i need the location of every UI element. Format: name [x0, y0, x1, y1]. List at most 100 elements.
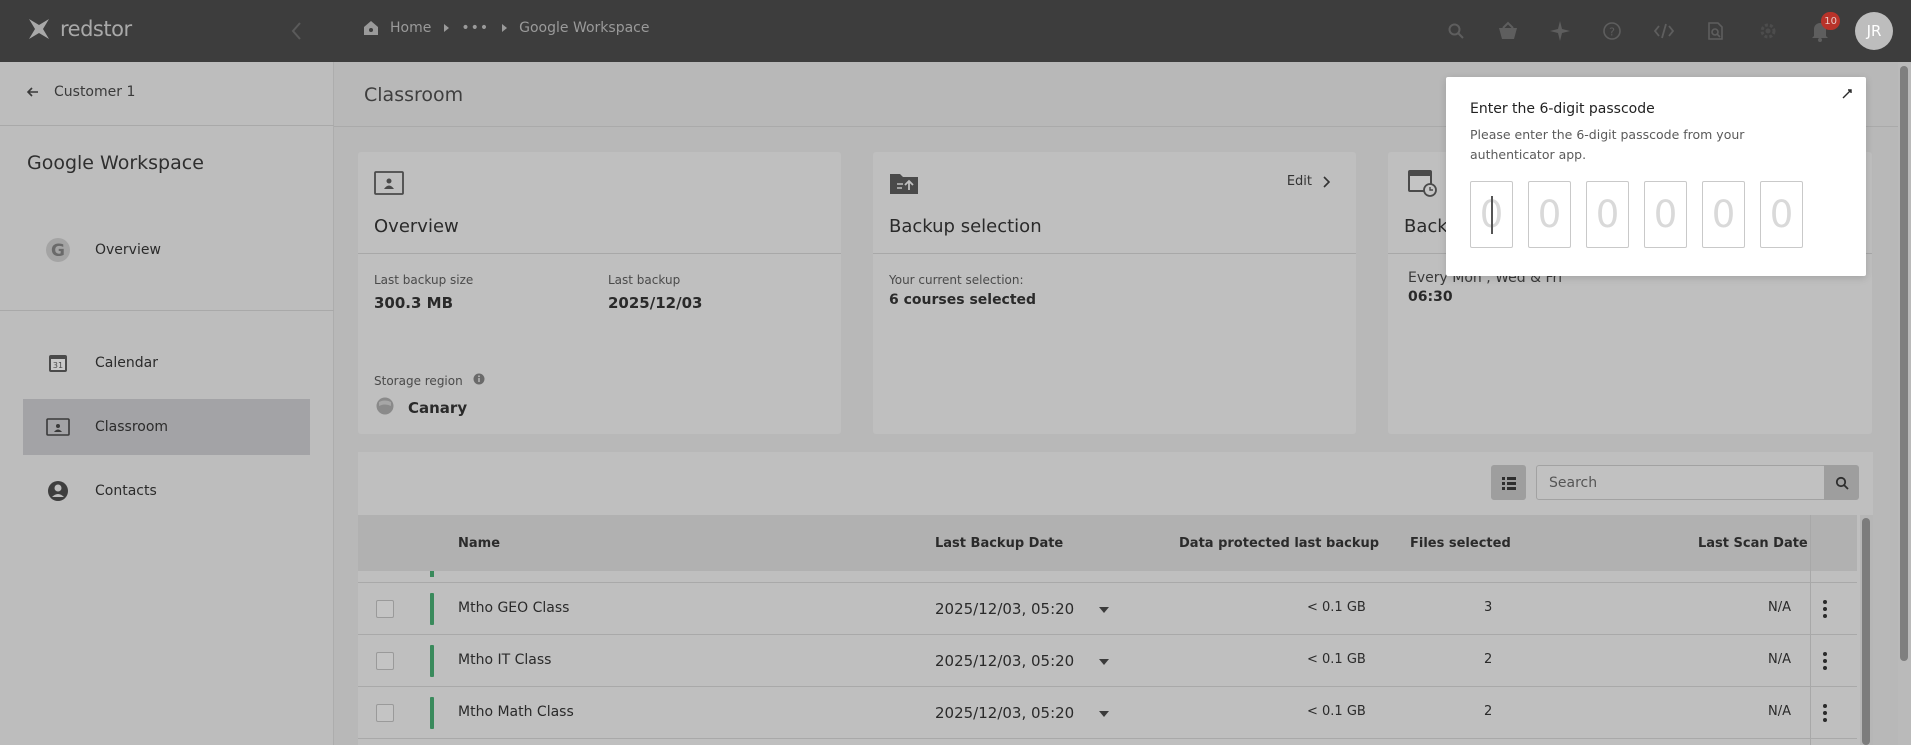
breadcrumb-more[interactable]: ••• [461, 20, 489, 36]
status-bar [430, 645, 434, 677]
row-menu-icon[interactable] [1810, 698, 1840, 728]
gear-icon[interactable] [1757, 20, 1779, 42]
storage-region-label: Storage region [374, 373, 463, 388]
edit-button[interactable]: Edit [1287, 174, 1330, 189]
sidebar: Customer 1 Google Workspace G Overview 3… [0, 62, 334, 745]
row-files-selected: 2 [1484, 704, 1493, 719]
avatar[interactable]: JR [1855, 12, 1893, 50]
chevron-right-icon [1323, 175, 1330, 188]
search-input[interactable]: Search [1536, 465, 1835, 500]
search-button[interactable] [1824, 465, 1859, 500]
logo[interactable]: redstor [26, 16, 132, 42]
row-data-protected: < 0.1 GB [1307, 652, 1366, 667]
chevron-right-icon [502, 24, 508, 32]
redstor-logo-icon [26, 16, 52, 42]
back-link-label: Customer 1 [54, 84, 136, 100]
table-row[interactable]: Mtho Math Class 2025/12/03, 05:20 < 0.1 … [358, 687, 1857, 739]
storage-region-value-row: Canary [376, 397, 467, 419]
sidebar-item-classroom[interactable]: Classroom [23, 399, 310, 455]
passcode-digit-5[interactable]: 0 [1702, 181, 1745, 248]
caret-down-icon[interactable] [1099, 659, 1109, 665]
collapse-sidebar-icon[interactable] [288, 18, 304, 44]
divider [1810, 515, 1811, 745]
breadcrumb-home[interactable]: Home [362, 19, 431, 37]
overview-card: Overview Last backup size 300.3 MB Last … [358, 152, 841, 434]
list-icon [1501, 476, 1516, 490]
sidebar-title: Google Workspace [27, 152, 204, 174]
row-menu-icon[interactable] [1810, 594, 1840, 624]
current-selection-value: 6 courses selected [889, 292, 1037, 308]
code-icon[interactable] [1653, 20, 1675, 42]
last-backup-size-label: Last backup size [374, 273, 474, 287]
column-header-last-backup-date[interactable]: Last Backup Date [935, 536, 1063, 551]
page-title: Classroom [364, 84, 464, 106]
table-scrollbar-thumb[interactable] [1862, 518, 1870, 745]
search-icon[interactable] [1445, 20, 1467, 42]
svg-text:31: 31 [53, 361, 63, 370]
passcode-digit-1[interactable]: 0 [1470, 181, 1513, 248]
list-view-button[interactable] [1491, 465, 1526, 500]
document-search-icon[interactable] [1705, 20, 1727, 42]
row-last-scan-date: N/A [1768, 704, 1791, 719]
sparkle-icon[interactable] [1549, 20, 1571, 42]
row-last-scan-date: N/A [1768, 652, 1791, 667]
breadcrumb: Home ••• Google Workspace [362, 19, 649, 37]
dialog-title: Enter the 6-digit passcode [1470, 101, 1655, 117]
column-header-name[interactable]: Name [458, 536, 500, 551]
divider [873, 253, 1356, 254]
sidebar-item-overview[interactable]: G Overview [23, 222, 310, 278]
sidebar-item-label: Calendar [95, 355, 158, 371]
notification-badge: 10 [1821, 12, 1840, 30]
notifications-button[interactable]: 10 [1809, 12, 1840, 42]
chevron-right-icon [444, 24, 450, 32]
contacts-icon [45, 478, 71, 504]
table-header: Name Last Backup Date Data protected las… [358, 515, 1857, 571]
column-header-last-scan-date[interactable]: Last Scan Date [1698, 536, 1808, 551]
card-title: Back [1404, 216, 1448, 237]
status-bar [430, 571, 434, 577]
help-icon[interactable]: ? [1601, 20, 1623, 42]
backup-selection-card: Edit Backup selection Your current selec… [873, 152, 1356, 434]
status-bar [430, 593, 434, 625]
table-row[interactable]: Mtho GEO Class 2025/12/03, 05:20 < 0.1 G… [358, 583, 1857, 635]
last-backup-size-value: 300.3 MB [374, 294, 454, 312]
row-menu-icon[interactable] [1810, 646, 1840, 676]
column-header-files-selected[interactable]: Files selected [1410, 536, 1511, 551]
divider [0, 310, 334, 311]
basket-icon[interactable] [1497, 20, 1519, 42]
row-checkbox[interactable] [376, 704, 394, 722]
row-files-selected: 3 [1484, 600, 1493, 615]
storage-region-row: Storage region [374, 373, 485, 388]
back-link[interactable]: Customer 1 [26, 84, 135, 100]
calendar-clock-icon [1407, 166, 1437, 197]
card-title: Overview [374, 216, 459, 237]
arrow-left-icon [26, 87, 38, 97]
sidebar-item-calendar[interactable]: 31 Calendar [23, 335, 310, 391]
passcode-digit-2[interactable]: 0 [1528, 181, 1571, 248]
region-flag-icon [376, 397, 394, 419]
row-last-scan-date: N/A [1768, 600, 1791, 615]
current-selection-label: Your current selection: [889, 273, 1024, 287]
folder-upload-icon [889, 170, 919, 200]
table-row[interactable]: Mtho IT Class 2025/12/03, 05:20 < 0.1 GB… [358, 635, 1857, 687]
passcode-digit-3[interactable]: 0 [1586, 181, 1629, 248]
column-header-data-protected[interactable]: Data protected last backup [1179, 536, 1379, 551]
top-bar: redstor Home ••• Google Workspace ? 10 J… [0, 0, 1911, 62]
breadcrumb-home-label: Home [390, 20, 432, 36]
divider [358, 253, 841, 254]
sidebar-item-label: Overview [95, 242, 161, 258]
row-checkbox[interactable] [376, 652, 394, 670]
row-data-protected: < 0.1 GB [1307, 704, 1366, 719]
sidebar-item-contacts[interactable]: Contacts [23, 463, 310, 519]
passcode-digit-4[interactable]: 0 [1644, 181, 1687, 248]
caret-down-icon[interactable] [1099, 607, 1109, 613]
row-checkbox[interactable] [376, 600, 394, 618]
calendar-icon: 31 [45, 350, 71, 376]
caret-down-icon[interactable] [1099, 711, 1109, 717]
close-icon[interactable] [1838, 85, 1856, 103]
passcode-digit-6[interactable]: 0 [1760, 181, 1803, 248]
info-icon[interactable] [473, 373, 485, 388]
last-backup-value: 2025/12/03 [608, 294, 703, 312]
classroom-icon [45, 414, 71, 440]
page-scrollbar-thumb[interactable] [1900, 66, 1908, 661]
